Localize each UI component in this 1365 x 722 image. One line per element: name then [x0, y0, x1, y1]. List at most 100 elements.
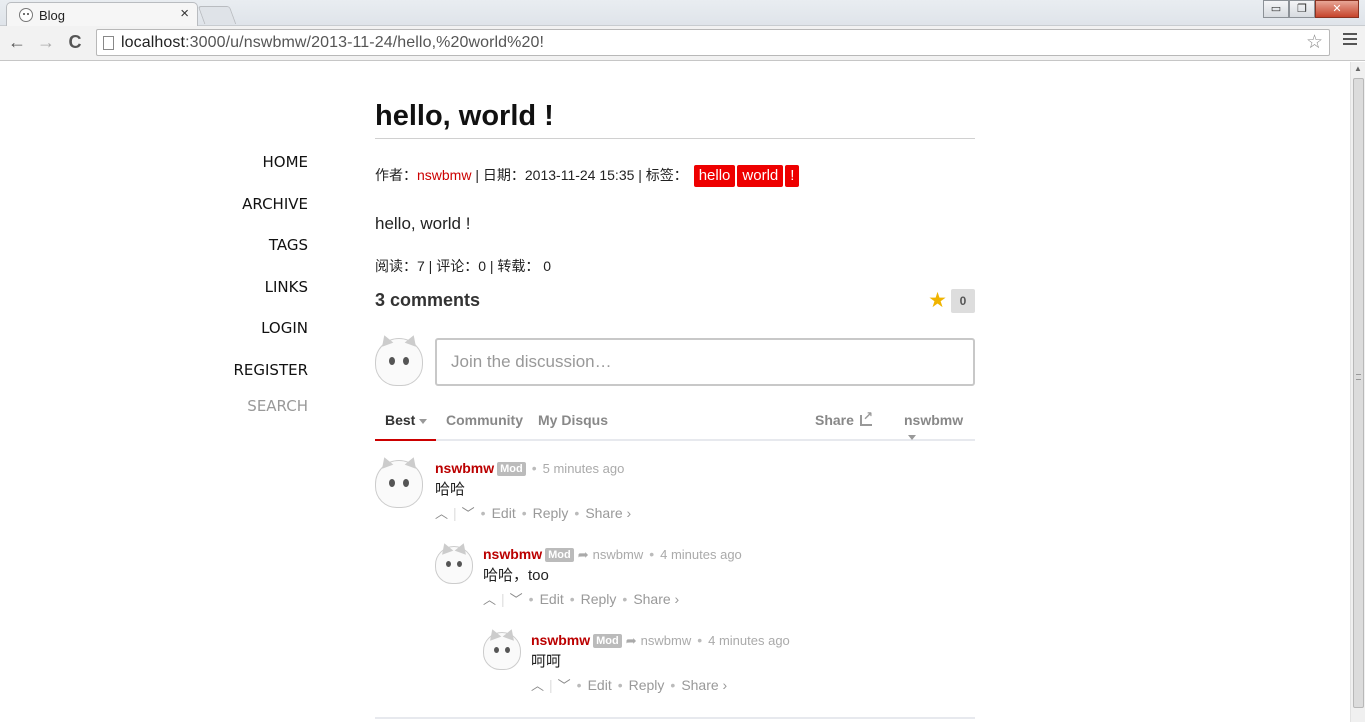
chevron-down-icon	[908, 434, 916, 440]
active-tab-underline	[375, 439, 436, 441]
comment-time[interactable]: 4 minutes ago	[708, 633, 790, 648]
reply-arrow-icon: ➦	[625, 633, 637, 648]
comment-text: 呵呵	[531, 653, 562, 670]
close-window-button[interactable]: ✕	[1315, 0, 1359, 18]
share-icon	[859, 409, 873, 426]
edit-link[interactable]: Edit	[540, 591, 564, 607]
tab-my-disqus[interactable]: My Disqus	[538, 412, 608, 428]
nav-login[interactable]: LOGIN	[180, 316, 308, 358]
comment-avatar[interactable]	[483, 627, 521, 670]
scroll-thumb[interactable]	[1353, 78, 1364, 708]
divider	[375, 717, 975, 719]
post-title: hello, world !	[375, 99, 975, 139]
recommend-count: 0	[951, 288, 975, 313]
reply-link[interactable]: Reply	[581, 591, 617, 607]
url-host: localhost	[121, 34, 186, 51]
author-link[interactable]: nswbmw	[417, 167, 471, 183]
tab-best[interactable]: Best	[385, 412, 428, 428]
minimize-button[interactable]: ▭	[1263, 0, 1289, 18]
comment-author[interactable]: nswbmw	[483, 546, 542, 562]
post-meta: 作者：nswbmw | 日期：2013-11-24 15:35 | 标签： he…	[375, 165, 800, 187]
share-link[interactable]: Share ›	[681, 677, 727, 693]
recommend-button[interactable]: ★ 0	[928, 288, 975, 313]
scroll-up-icon[interactable]: ▲	[1354, 64, 1362, 73]
reply-arrow-icon: ➦	[577, 547, 589, 562]
nav-search[interactable]: SEARCH	[180, 394, 308, 436]
nav-home[interactable]: HOME	[180, 150, 308, 192]
user-menu[interactable]: nswbmw	[904, 412, 975, 444]
url-text: localhost:3000/u/nswbmw/2013-11-24/hello…	[121, 34, 544, 52]
browser-toolbar: ← → C localhost:3000/u/nswbmw/2013-11-24…	[0, 26, 1365, 61]
share-link[interactable]: Share ›	[633, 591, 679, 607]
tag-hello[interactable]: hello	[693, 165, 736, 187]
comment-text: 哈哈，too	[483, 567, 549, 584]
tab-close-icon[interactable]: ×	[180, 5, 189, 22]
downvote-icon[interactable]: ﹀	[558, 678, 571, 693]
cat-favicon-icon	[19, 8, 33, 22]
address-bar[interactable]: localhost:3000/u/nswbmw/2013-11-24/hello…	[96, 29, 1330, 56]
date-label: | 日期：	[471, 167, 525, 183]
share-link[interactable]: Share ›	[585, 505, 631, 521]
back-arrow-icon[interactable]: ←	[6, 32, 28, 53]
share-label: Share	[815, 412, 854, 428]
upvote-icon[interactable]: ︿	[483, 592, 496, 607]
reply-link[interactable]: Reply	[533, 505, 569, 521]
page-icon	[103, 36, 114, 50]
chevron-down-icon	[419, 418, 428, 424]
share-button[interactable]: Share	[815, 409, 873, 428]
discussion-input[interactable]: Join the discussion…	[435, 338, 975, 386]
comment-author[interactable]: nswbmw	[531, 632, 590, 648]
nav-register[interactable]: REGISTER	[180, 358, 308, 394]
comment-time[interactable]: 5 minutes ago	[543, 461, 625, 476]
comment-actions: ︿ | ﹀ • Edit • Reply • Share ›	[531, 677, 728, 693]
nav-links[interactable]: LINKS	[180, 275, 308, 317]
reload-icon[interactable]: C	[64, 32, 86, 53]
comment-header: nswbmw Mod • 5 minutes ago	[435, 460, 625, 476]
browser-tab[interactable]: Blog ×	[6, 2, 198, 26]
new-tab-button[interactable]	[197, 6, 237, 24]
comments-count: 3 comments	[375, 290, 481, 310]
comment-text: 哈哈	[435, 481, 466, 498]
reply-to-user[interactable]: nswbmw	[641, 633, 692, 648]
restore-button[interactable]: ❐	[1289, 0, 1315, 18]
tab-community[interactable]: Community	[446, 412, 523, 428]
author-label: 作者：	[375, 167, 417, 183]
window-controls: ▭ ❐ ✕	[1263, 0, 1359, 19]
post-body: hello, world !	[375, 214, 471, 233]
tag-exclaim[interactable]: !	[785, 165, 800, 187]
mod-badge: Mod	[593, 634, 622, 648]
mod-badge: Mod	[545, 548, 574, 562]
nav-archive[interactable]: ARCHIVE	[180, 192, 308, 234]
comment-author[interactable]: nswbmw	[435, 460, 494, 476]
bookmark-star-icon[interactable]: ☆	[1306, 31, 1323, 54]
tab-bar: Blog × ▭ ❐ ✕	[0, 0, 1365, 26]
comment-header: nswbmw Mod ➦ nswbmw • 4 minutes ago	[531, 632, 790, 648]
edit-link[interactable]: Edit	[588, 677, 612, 693]
comment-header: nswbmw Mod ➦ nswbmw • 4 minutes ago	[483, 546, 742, 562]
downvote-icon[interactable]: ﹀	[462, 506, 475, 521]
post-main: hello, world ! 作者：nswbmw | 日期：2013-11-24…	[375, 62, 975, 719]
comment-avatar[interactable]	[375, 455, 423, 508]
comment-actions: ︿ | ﹀ • Edit • Reply • Share ›	[435, 505, 632, 521]
browser-menu-icon[interactable]	[1343, 33, 1357, 45]
url-path: :3000/u/nswbmw/2013-11-24/hello,%20world…	[185, 34, 545, 51]
tags-label: | 标签：	[634, 167, 688, 183]
upvote-icon[interactable]: ︿	[531, 678, 544, 693]
comment-actions: ︿ | ﹀ • Edit • Reply • Share ›	[483, 591, 680, 607]
page-scrollbar[interactable]: ▲	[1350, 62, 1365, 722]
reply-link[interactable]: Reply	[629, 677, 665, 693]
edit-link[interactable]: Edit	[492, 505, 516, 521]
comment-time[interactable]: 4 minutes ago	[660, 547, 742, 562]
comment-avatar[interactable]	[435, 541, 473, 584]
downvote-icon[interactable]: ﹀	[510, 592, 523, 607]
forward-arrow-icon[interactable]: →	[35, 32, 57, 53]
post-date: 2013-11-24 15:35	[524, 167, 635, 183]
mod-badge: Mod	[497, 462, 526, 476]
upvote-icon[interactable]: ︿	[435, 506, 448, 521]
tag-world[interactable]: world	[737, 165, 784, 187]
user-menu-label: nswbmw	[904, 412, 964, 428]
tab-title: Blog	[39, 8, 66, 23]
nav-tags[interactable]: TAGS	[180, 233, 308, 275]
reply-to-user[interactable]: nswbmw	[593, 547, 644, 562]
comments-header: 3 comments ★ 0	[375, 288, 975, 313]
